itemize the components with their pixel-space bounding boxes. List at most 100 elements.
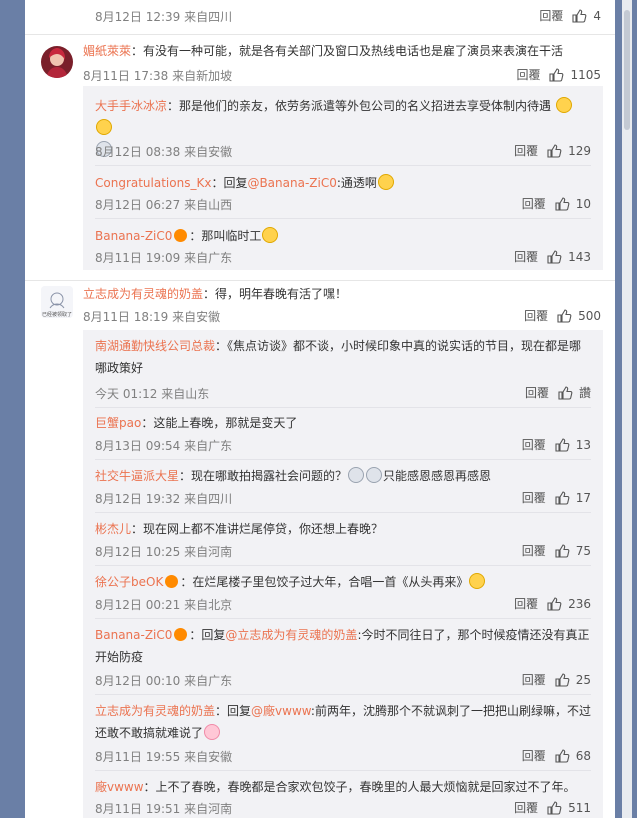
- like-button[interactable]: 讚: [557, 384, 591, 401]
- user-name[interactable]: Congratulations_Kx: [95, 176, 211, 190]
- mention-link[interactable]: @廠vwww: [251, 704, 311, 718]
- thumbs-up-icon: [547, 249, 562, 264]
- scrollbar[interactable]: [622, 0, 632, 818]
- emoji-icon: [262, 227, 279, 243]
- reply-body: Banana-ZiC0 ：回复@立志成为有灵魂的奶盖:今时不同往日了，那个时候疫情…: [95, 624, 591, 668]
- like-count: 25: [575, 672, 591, 687]
- reply-body: 南湖通勤快线公司总裁：《焦点访谈》都不谈，小时候印象中真的说实话的节目，现在都是…: [95, 335, 591, 379]
- user-name[interactable]: Banana-ZiC0: [95, 229, 172, 243]
- avatar-image: [41, 46, 73, 78]
- like-button[interactable]: 10: [554, 196, 591, 212]
- reply-button[interactable]: 回覆: [522, 542, 546, 559]
- comment-body: 立志成为有灵魂的奶盖：得，明年春晚有活了嘿！: [83, 283, 601, 305]
- like-button[interactable]: 236: [546, 596, 591, 612]
- reply-meta: 8月12日 00:21 来自北京: [95, 598, 233, 612]
- like-count: 讚: [578, 386, 591, 400]
- user-name[interactable]: 媚紙萊萊: [83, 44, 131, 58]
- reply-meta: 8月11日 19:09 来自广东: [95, 251, 233, 265]
- like-button[interactable]: 13: [554, 437, 591, 453]
- user-name[interactable]: 立志成为有灵魂的奶盖: [95, 704, 215, 718]
- emoji-icon: [204, 724, 221, 740]
- reply-text: :通透啊: [336, 176, 377, 190]
- like-button[interactable]: 68: [554, 748, 591, 764]
- user-name[interactable]: 巨蟹pao: [95, 416, 141, 430]
- thumbs-up-icon: [572, 8, 587, 23]
- user-name[interactable]: 廠vwww: [95, 780, 144, 794]
- reply-button[interactable]: 回覆: [514, 799, 538, 816]
- reply-prefix: ：回复: [215, 704, 252, 718]
- thumbs-up-icon: [555, 490, 570, 505]
- thumbs-up-icon: [557, 308, 572, 323]
- like-button[interactable]: 143: [546, 249, 591, 265]
- reply-actions: 回覆 25: [522, 671, 591, 688]
- reply-prefix: ：回复: [189, 628, 226, 642]
- reply-button[interactable]: 回覆: [522, 489, 546, 506]
- user-name[interactable]: 立志成为有灵魂的奶盖: [83, 287, 203, 301]
- user-name[interactable]: 彬杰儿: [95, 522, 131, 536]
- reply-button[interactable]: 回覆: [516, 66, 540, 83]
- user-name[interactable]: Banana-ZiC0: [95, 628, 172, 642]
- reply-actions: 回覆 75: [522, 542, 591, 559]
- like-count: 10: [575, 196, 591, 211]
- reply-text: ：这能上春晚，那就是变天了: [141, 416, 298, 430]
- emoji-icon: [348, 467, 365, 483]
- like-count: 236: [568, 596, 591, 611]
- thumbs-up-icon: [558, 385, 573, 400]
- reply-body: 巨蟹pao：这能上春晚，那就是变天了: [95, 412, 591, 434]
- reply-actions: 回覆 236: [514, 595, 591, 612]
- comment-meta: 8月11日 17:38 来自新加坡: [83, 69, 233, 83]
- reply-button[interactable]: 回覆: [524, 307, 548, 324]
- thumbs-up-icon: [555, 748, 570, 763]
- like-button[interactable]: 129: [546, 143, 591, 159]
- reply-prefix: ：回复: [211, 176, 248, 190]
- like-button[interactable]: 1105: [548, 67, 601, 83]
- comment-text: ：得，明年春晚有活了嘿！: [203, 287, 348, 301]
- reply-body: 廠vwww：上不了春晚，春晚都是合家欢包饺子，春晚里的人最大烦恼就是回家过不了年…: [95, 776, 591, 798]
- reply-text: ：在烂尾楼子里包饺子过大年，合唱一首《从头再来》: [180, 575, 469, 589]
- avatar[interactable]: [41, 46, 73, 78]
- user-name[interactable]: 徐公子beOK: [95, 575, 163, 589]
- reply-button[interactable]: 回覆: [522, 436, 546, 453]
- reply-button[interactable]: 回覆: [522, 195, 546, 212]
- comment-text: ：有没有一种可能，就是各有关部门及窗口及热线电话也是雇了演员来表演在干活: [131, 44, 564, 58]
- like-button[interactable]: 75: [554, 543, 591, 559]
- reply-meta: 8月12日 00:10 来自广东: [95, 674, 233, 688]
- reply-button[interactable]: 回覆: [514, 248, 538, 265]
- reply-text: ：现在哪敢拍揭露社会问题的？: [179, 469, 348, 483]
- thumbs-up-icon: [555, 196, 570, 211]
- vip-badge-icon: [174, 229, 188, 242]
- reply-actions: 回覆 143: [514, 248, 591, 265]
- emoji-icon: [377, 174, 394, 190]
- comment-meta: 8月11日 18:19 来自安徽: [83, 310, 221, 324]
- comment-meta: 8月12日 12:39 来自四川: [95, 10, 233, 24]
- mention-link[interactable]: @Banana-ZiC0: [247, 176, 336, 190]
- like-button[interactable]: 25: [554, 672, 591, 688]
- reply-button[interactable]: 回覆: [522, 671, 546, 688]
- reply-meta: 8月12日 08:38 来自安徽: [95, 145, 233, 159]
- reply-button[interactable]: 回覆: [514, 142, 538, 159]
- scrollbar-thumb[interactable]: [624, 10, 630, 130]
- user-name[interactable]: 社交牛逼派大星: [95, 469, 179, 483]
- emoji-icon: [469, 573, 486, 589]
- reply-meta: 8月12日 06:27 来自山西: [95, 198, 233, 212]
- like-button[interactable]: 511: [546, 800, 591, 816]
- like-button[interactable]: 17: [554, 490, 591, 506]
- user-name[interactable]: 大手手冰冰凉: [95, 99, 167, 113]
- like-count: 129: [568, 143, 591, 158]
- reply-button[interactable]: 回覆: [525, 384, 549, 401]
- reply-button[interactable]: 回覆: [522, 747, 546, 764]
- vip-badge-icon: [174, 628, 188, 641]
- reply-meta: 8月11日 19:55 来自安徽: [95, 750, 233, 764]
- comment-panel: 8月12日 12:39 来自四川 回覆 4 媚紙萊萊：有没有一种可能，就是各有关…: [25, 0, 615, 818]
- like-button[interactable]: 4: [571, 8, 601, 24]
- mention-link[interactable]: @立志成为有灵魂的奶盖: [225, 628, 357, 642]
- thumbs-up-icon: [547, 596, 562, 611]
- reply-button[interactable]: 回覆: [514, 595, 538, 612]
- avatar[interactable]: 已经被领取了: [41, 286, 73, 318]
- user-name[interactable]: 南湖通勤快线公司总裁: [95, 339, 215, 353]
- reply-button[interactable]: 回覆: [539, 7, 563, 24]
- like-button[interactable]: 500: [556, 308, 601, 324]
- like-count: 143: [568, 249, 591, 264]
- reply-text: ：现在网上都不准讲烂尾停贷，你还想上春晚？: [131, 522, 384, 536]
- thumbs-up-icon: [547, 143, 562, 158]
